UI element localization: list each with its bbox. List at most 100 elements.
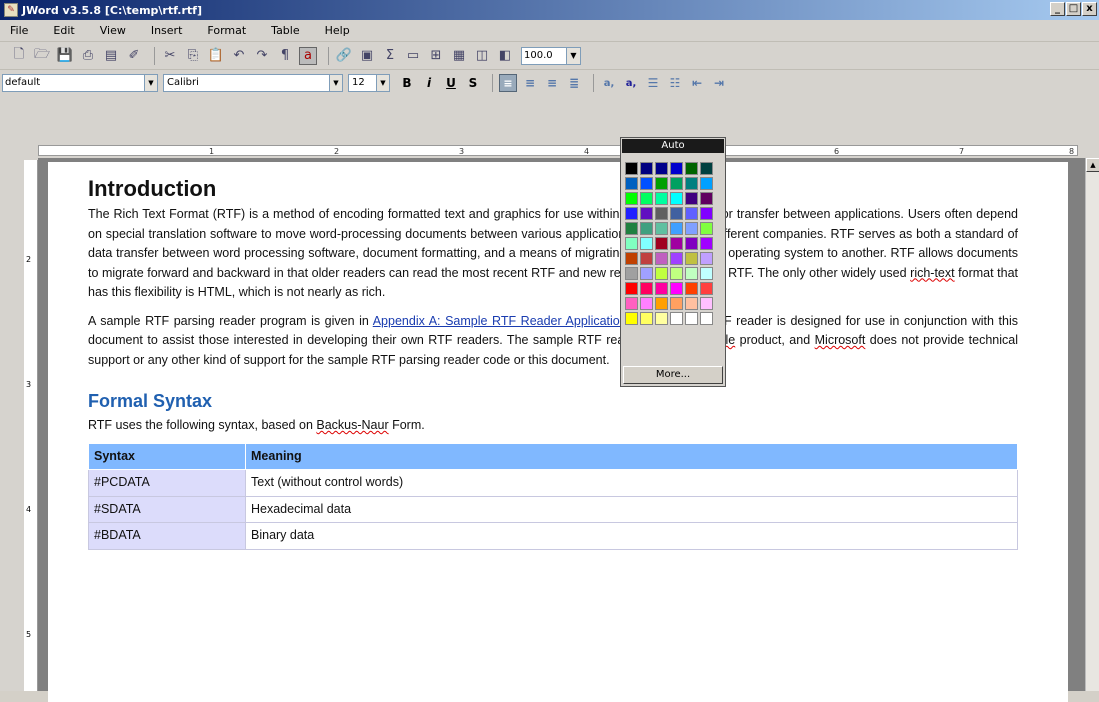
table-properties-icon[interactable]: ▦ bbox=[450, 47, 468, 65]
bullet-list-icon[interactable]: ☰ bbox=[644, 74, 662, 92]
appendix-link[interactable]: Appendix A: Sample RTF Reader Applicatio… bbox=[373, 314, 627, 328]
style-select[interactable]: default ▼ bbox=[2, 74, 158, 92]
color-swatch[interactable] bbox=[700, 192, 713, 205]
color-swatch[interactable] bbox=[640, 267, 653, 280]
color-swatch[interactable] bbox=[700, 207, 713, 220]
table-cell[interactable]: #PCDATA bbox=[88, 469, 246, 497]
color-swatch[interactable] bbox=[670, 282, 683, 295]
color-swatch[interactable] bbox=[685, 297, 698, 310]
zoom-field[interactable]: 100.0 bbox=[521, 46, 567, 65]
color-swatch[interactable] bbox=[625, 252, 638, 265]
open-folder-icon[interactable]: 🗁 bbox=[33, 47, 51, 65]
paste-icon[interactable]: 📋 bbox=[207, 47, 225, 65]
color-swatch[interactable] bbox=[640, 252, 653, 265]
color-swatch[interactable] bbox=[700, 252, 713, 265]
menu-format[interactable]: Format bbox=[201, 24, 252, 37]
bold-button[interactable]: B bbox=[398, 74, 416, 92]
menu-table[interactable]: Table bbox=[265, 24, 305, 37]
color-swatch[interactable] bbox=[685, 282, 698, 295]
font-select[interactable]: Calibri ▼ bbox=[163, 74, 343, 92]
color-swatch[interactable] bbox=[640, 222, 653, 235]
insert-column-icon[interactable]: ◫ bbox=[473, 47, 491, 65]
save-icon[interactable]: 💾 bbox=[56, 47, 74, 65]
color-swatch[interactable] bbox=[700, 177, 713, 190]
color-swatch[interactable] bbox=[640, 297, 653, 310]
highlight-icon[interactable]: a bbox=[299, 46, 317, 65]
color-swatch[interactable] bbox=[640, 312, 653, 325]
menu-file[interactable]: File bbox=[4, 24, 34, 37]
color-swatch[interactable] bbox=[655, 162, 668, 175]
menu-help[interactable]: Help bbox=[319, 24, 356, 37]
chevron-down-icon[interactable]: ▼ bbox=[567, 46, 581, 65]
color-swatch[interactable] bbox=[700, 237, 713, 250]
color-swatch[interactable] bbox=[670, 297, 683, 310]
color-swatch[interactable] bbox=[625, 312, 638, 325]
menu-insert[interactable]: Insert bbox=[145, 24, 189, 37]
table-cell[interactable]: #BDATA bbox=[88, 522, 246, 550]
color-swatch[interactable] bbox=[670, 177, 683, 190]
color-swatch[interactable] bbox=[640, 282, 653, 295]
vertical-scrollbar[interactable]: ▲ bbox=[1085, 158, 1099, 691]
color-swatch[interactable] bbox=[685, 252, 698, 265]
color-swatch[interactable] bbox=[655, 267, 668, 280]
color-swatch[interactable] bbox=[625, 297, 638, 310]
color-swatch[interactable] bbox=[670, 237, 683, 250]
color-swatch[interactable] bbox=[700, 282, 713, 295]
menu-view[interactable]: View bbox=[94, 24, 132, 37]
align-center-icon[interactable]: ≡ bbox=[521, 74, 539, 92]
color-swatch[interactable] bbox=[625, 282, 638, 295]
color-swatch[interactable] bbox=[655, 222, 668, 235]
chevron-down-icon[interactable]: ▼ bbox=[144, 75, 157, 91]
link-icon[interactable]: 🔗 bbox=[335, 47, 353, 65]
italic-button[interactable]: i bbox=[420, 74, 438, 92]
redo-icon[interactable]: ↷ bbox=[253, 47, 271, 65]
color-swatch[interactable] bbox=[700, 297, 713, 310]
table-cell[interactable]: Binary data bbox=[245, 522, 1018, 550]
more-colors-button[interactable]: More... bbox=[623, 366, 723, 384]
spellcheck-icon[interactable]: ✐ bbox=[125, 47, 143, 65]
color-swatch[interactable] bbox=[655, 282, 668, 295]
color-swatch[interactable] bbox=[625, 207, 638, 220]
close-button[interactable]: x bbox=[1082, 2, 1097, 16]
misspelled-word[interactable]: Backus-Naur bbox=[316, 418, 388, 432]
color-swatch[interactable] bbox=[625, 192, 638, 205]
color-swatch[interactable] bbox=[685, 177, 698, 190]
image-icon[interactable]: ▣ bbox=[358, 47, 376, 65]
color-swatch[interactable] bbox=[655, 312, 668, 325]
color-swatch[interactable] bbox=[685, 267, 698, 280]
align-right-icon[interactable]: ≡ bbox=[543, 74, 561, 92]
color-swatch[interactable] bbox=[640, 192, 653, 205]
print-icon[interactable]: ⎙ bbox=[79, 47, 97, 65]
indent-icon[interactable]: ⇥ bbox=[710, 74, 728, 92]
color-swatch[interactable] bbox=[655, 252, 668, 265]
color-swatch[interactable] bbox=[670, 222, 683, 235]
vertical-ruler[interactable]: 2 3 4 5 bbox=[24, 160, 38, 691]
paragraph-marks-icon[interactable]: ¶ bbox=[276, 47, 294, 65]
color-swatch[interactable] bbox=[655, 237, 668, 250]
color-swatch[interactable] bbox=[700, 162, 713, 175]
color-swatch[interactable] bbox=[685, 192, 698, 205]
outdent-icon[interactable]: ⇤ bbox=[688, 74, 706, 92]
table-cell[interactable]: Text (without control words) bbox=[245, 469, 1018, 497]
color-swatch[interactable] bbox=[670, 162, 683, 175]
superscript-icon[interactable]: a, bbox=[622, 74, 640, 92]
color-swatch[interactable] bbox=[700, 312, 713, 325]
insert-table-icon[interactable]: ⊞ bbox=[427, 47, 445, 65]
color-swatch[interactable] bbox=[685, 162, 698, 175]
numbered-list-icon[interactable]: ☷ bbox=[666, 74, 684, 92]
underline-button[interactable]: U bbox=[442, 74, 460, 92]
document-page[interactable]: Introduction The Rich Text Format (RTF) … bbox=[48, 162, 1068, 702]
color-swatch[interactable] bbox=[700, 267, 713, 280]
copy-icon[interactable]: ⎘ bbox=[184, 47, 202, 65]
color-swatch[interactable] bbox=[685, 207, 698, 220]
print-preview-icon[interactable]: ▤ bbox=[102, 47, 120, 65]
color-swatch[interactable] bbox=[685, 237, 698, 250]
color-swatch[interactable] bbox=[655, 192, 668, 205]
color-swatch[interactable] bbox=[640, 237, 653, 250]
auto-color-button[interactable]: Auto bbox=[622, 139, 724, 153]
horizontal-ruler[interactable]: 1 2 3 4 6 7 8 bbox=[0, 143, 1099, 158]
textbox-icon[interactable]: ▭ bbox=[404, 47, 422, 65]
cut-icon[interactable]: ✂ bbox=[161, 47, 179, 65]
menu-edit[interactable]: Edit bbox=[47, 24, 80, 37]
undo-icon[interactable]: ↶ bbox=[230, 47, 248, 65]
